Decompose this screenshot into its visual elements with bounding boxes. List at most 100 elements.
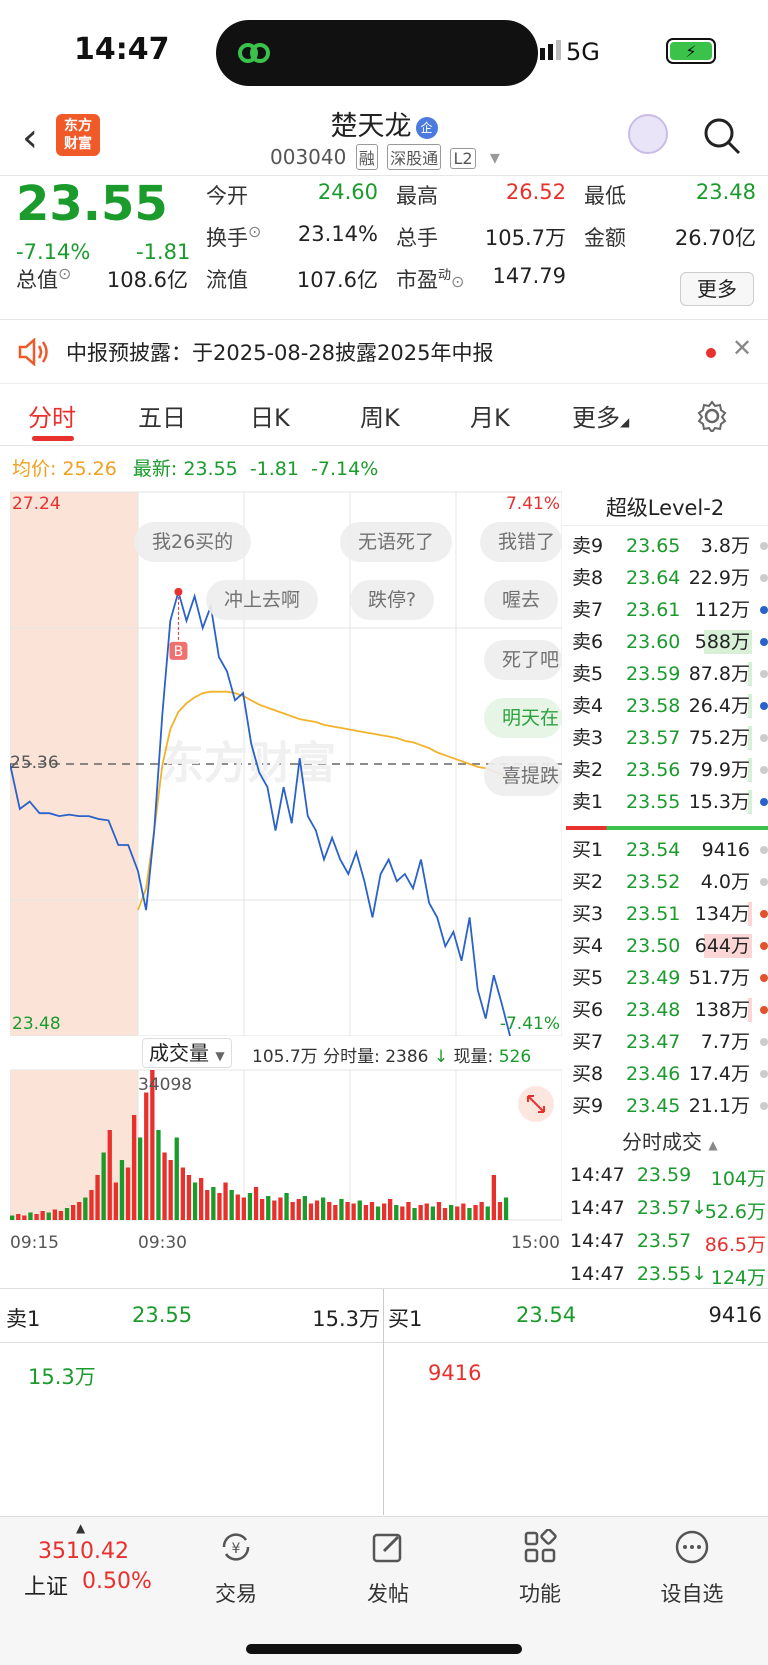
comment-bubble[interactable]: 死了吧 xyxy=(484,640,562,680)
comment-bubble[interactable]: 冲上去啊 xyxy=(206,580,319,620)
index-name[interactable]: 上证 xyxy=(24,1569,68,1601)
index-value[interactable]: 3510.42 xyxy=(38,1539,129,1564)
comment-bubble[interactable]: 无语死了 xyxy=(340,522,453,562)
bid-row[interactable]: 买4 23.50 644万 xyxy=(572,930,768,962)
comment-bubble[interactable]: 明天在 xyxy=(484,698,562,738)
volume-label: 总手 xyxy=(396,226,438,250)
amount-value: 26.70亿 xyxy=(674,226,756,250)
tab-week-k[interactable]: 周K xyxy=(360,398,400,433)
search-icon[interactable] xyxy=(702,116,742,156)
bid-row[interactable]: 买9 23.45 21.1万 xyxy=(572,1090,768,1122)
info-icon[interactable]: ⊙ xyxy=(451,272,464,291)
volume-bar xyxy=(339,1199,344,1220)
bid-volume: 17.4万 xyxy=(688,1063,750,1085)
bid-row[interactable]: 买3 23.51 134万 xyxy=(572,898,768,930)
volume-value: 105.7万 xyxy=(484,226,566,250)
latest-pct: -7.14% xyxy=(311,458,379,480)
nav-trade[interactable]: ¥ 交易 xyxy=(186,1529,286,1608)
bid-row[interactable]: 买6 23.48 138万 xyxy=(572,994,768,1026)
nav-watchlist[interactable]: 设自选 xyxy=(642,1529,742,1608)
ask-label: 卖1 xyxy=(572,791,604,813)
bid-price: 23.49 xyxy=(626,967,681,989)
ask-row[interactable]: 卖5 23.59 87.8万 xyxy=(572,658,768,690)
volume-bar xyxy=(357,1200,362,1220)
comment-bubble[interactable]: 跌停? xyxy=(350,580,435,620)
stock-code-row[interactable]: 003040 融 深股通 L2 ▾ xyxy=(270,144,500,170)
ask-row[interactable]: 卖3 23.57 75.2万 xyxy=(572,722,768,754)
volume-bar xyxy=(272,1200,277,1220)
volume-bar xyxy=(412,1208,417,1220)
x-label-close: 15:00 xyxy=(511,1233,560,1253)
volume-bar xyxy=(28,1212,33,1220)
caret-up-icon: ▲ xyxy=(708,1138,718,1152)
sell-queue-volume: 15.3万 xyxy=(28,1365,96,1389)
ask-volume: 112万 xyxy=(694,599,750,621)
amount-label: 金额 xyxy=(584,226,626,250)
x-label-open: 09:30 xyxy=(138,1233,187,1253)
ask-price: 23.65 xyxy=(626,535,681,557)
bid-row[interactable]: 买5 23.49 51.7万 xyxy=(572,962,768,994)
nav-post[interactable]: 发帖 xyxy=(338,1529,438,1608)
ask-row[interactable]: 卖7 23.61 112万 xyxy=(572,594,768,626)
trades-title[interactable]: 分时成交 ▲ xyxy=(622,1126,718,1155)
comment-bubble[interactable]: 我错了 xyxy=(480,522,562,562)
index-pct[interactable]: 0.50% xyxy=(82,1569,152,1594)
bid-volume: 21.1万 xyxy=(688,1095,750,1117)
tab-month-k[interactable]: 月K xyxy=(470,398,510,433)
notice-bar[interactable]: 中报预披露：于2025-08-28披露2025年中报 ✕ xyxy=(0,320,768,384)
assistant-avatar[interactable] xyxy=(628,114,668,154)
nav-functions[interactable]: 功能 xyxy=(490,1528,590,1608)
high-value: 26.52 xyxy=(505,180,566,204)
bid-volume: 138万 xyxy=(694,999,750,1021)
tab-more[interactable]: 更多◢ xyxy=(572,398,629,433)
bid-volume: 51.7万 xyxy=(688,967,750,989)
bid-row[interactable]: 买2 23.52 4.0万 xyxy=(572,866,768,898)
close-icon[interactable]: ✕ xyxy=(732,334,752,362)
order-dot xyxy=(760,574,768,582)
comment-bubble[interactable]: 喔去 xyxy=(484,580,559,620)
ask-row[interactable]: 卖6 23.60 588万 xyxy=(572,626,768,658)
buy-badge-label: B xyxy=(174,644,184,660)
ask-label: 卖9 xyxy=(572,535,604,557)
comment-bubble[interactable]: 我26买的 xyxy=(134,522,252,562)
bid-volume: 644万 xyxy=(694,935,750,957)
bid-volume: 9416 xyxy=(701,839,750,861)
bid-row[interactable]: 买1 23.54 9416 xyxy=(572,834,768,866)
volume-bar xyxy=(235,1194,240,1220)
more-button[interactable]: 更多 xyxy=(680,272,754,306)
volume-bar xyxy=(253,1187,259,1220)
settings-gear-icon[interactable] xyxy=(696,400,728,432)
home-indicator[interactable] xyxy=(246,1644,522,1654)
speaker-icon xyxy=(18,338,48,366)
tab-fenshi[interactable]: 分时 xyxy=(28,398,76,433)
buy1-volume: 9416 xyxy=(708,1303,762,1327)
volume-bar xyxy=(205,1190,210,1220)
info-icon[interactable]: ⊙ xyxy=(248,222,261,241)
divider xyxy=(383,1289,384,1515)
tab-5day[interactable]: 五日 xyxy=(138,398,186,433)
ask-row[interactable]: 卖9 23.65 3.8万 xyxy=(572,530,768,562)
volume-bar xyxy=(418,1205,423,1220)
nav-trade-label: 交易 xyxy=(215,1582,257,1606)
trade-row: 14:47 23.57 86.5万 xyxy=(570,1230,768,1262)
ask-row[interactable]: 卖1 23.55 15.3万 xyxy=(572,786,768,818)
ask-row[interactable]: 卖4 23.58 26.4万 xyxy=(572,690,768,722)
pct-top-label: 7.41% xyxy=(506,494,560,514)
bid-row[interactable]: 买8 23.46 17.4万 xyxy=(572,1058,768,1090)
comment-bubble[interactable]: 喜提跌 xyxy=(484,756,562,796)
bid-row[interactable]: 买7 23.47 7.7万 xyxy=(572,1026,768,1058)
info-icon[interactable]: ⊙ xyxy=(58,264,71,283)
volume-bar xyxy=(314,1200,320,1220)
volume-bar xyxy=(113,1182,118,1220)
ask-row[interactable]: 卖2 23.56 79.9万 xyxy=(572,754,768,786)
volume-bar xyxy=(10,1215,15,1220)
tab-day-k[interactable]: 日K xyxy=(250,398,290,433)
volume-bar xyxy=(89,1190,94,1220)
volume-bar xyxy=(290,1202,295,1220)
volume-bar xyxy=(308,1203,314,1220)
ask-label: 卖8 xyxy=(572,567,604,589)
trade-volume: 104万 xyxy=(710,1168,766,1190)
ask-row[interactable]: 卖8 23.64 22.9万 xyxy=(572,562,768,594)
intraday-price-chart[interactable]: 东方财富 27.24 25.36 23.48 7.41% -7.41% B xyxy=(10,488,562,1036)
volume-chart[interactable]: 34098 09:15 09:30 15:00 xyxy=(10,1036,562,1264)
